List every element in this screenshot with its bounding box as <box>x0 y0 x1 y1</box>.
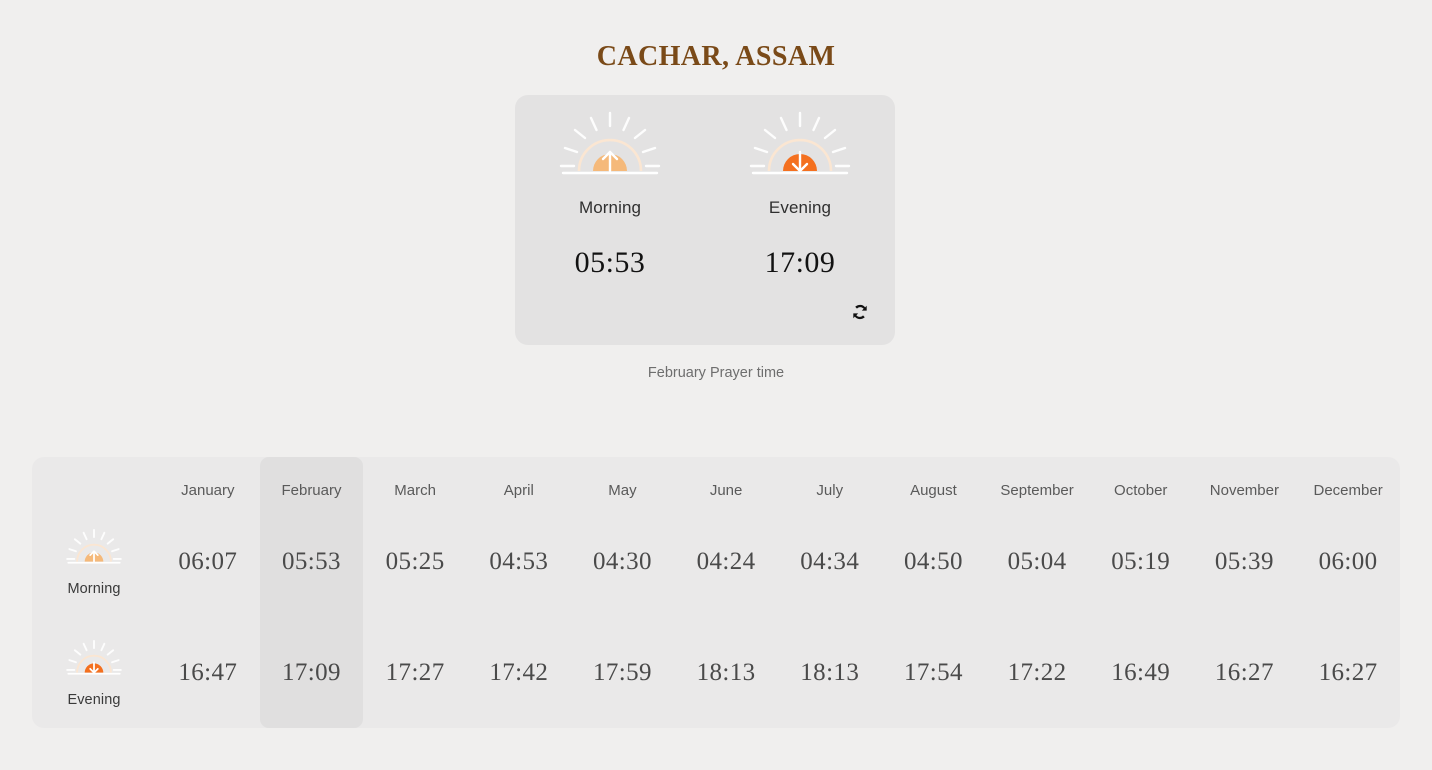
cell-morning-november: 05:39 <box>1214 548 1274 576</box>
cell-morning-february: 05:53 <box>259 507 364 618</box>
cell-morning-may: 04:30 <box>592 548 652 576</box>
cell-evening-december: 16:27 <box>1318 658 1378 686</box>
month-header-november[interactable]: November <box>1193 457 1297 507</box>
month-header-march[interactable]: March <box>363 457 467 507</box>
cell-evening-august: 17:54 <box>903 658 963 686</box>
summary-evening-block: Evening 17:09 <box>705 109 895 280</box>
cell-evening-november: 16:27 <box>1214 658 1274 686</box>
cell-morning-april: 04:53 <box>489 548 549 576</box>
cell-evening-september: 17:22 <box>1007 658 1067 686</box>
month-header-january[interactable]: January <box>156 457 260 507</box>
table-caption: February Prayer time <box>647 365 785 381</box>
table-row: Morning 06:07 05:53 05:25 04:53 04:30 04… <box>32 507 1400 618</box>
month-header-june[interactable]: June <box>674 457 778 507</box>
refresh-icon <box>849 301 871 326</box>
cell-morning-march: 05:25 <box>385 548 445 576</box>
summary-evening-label: Evening <box>768 198 832 217</box>
sunset-icon <box>747 109 853 188</box>
month-header-may[interactable]: May <box>571 457 675 507</box>
cell-morning-october: 05:19 <box>1111 548 1171 576</box>
sunrise-icon <box>65 527 123 576</box>
month-header-april[interactable]: April <box>467 457 571 507</box>
row-label-morning-text: Morning <box>67 581 121 598</box>
month-header-august[interactable]: August <box>882 457 986 507</box>
table-row: Evening 16:47 17:09 17:27 17:42 17:59 18… <box>32 617 1400 729</box>
yearly-prayer-table: January February March April May June Ju… <box>32 457 1400 728</box>
cell-evening-may: 17:59 <box>592 658 652 686</box>
cell-evening-april: 17:42 <box>489 658 549 686</box>
row-label-evening-text: Evening <box>67 691 121 708</box>
summary-morning-label: Morning <box>578 198 642 217</box>
month-header-december[interactable]: December <box>1296 457 1400 507</box>
cell-evening-october: 16:49 <box>1111 658 1171 686</box>
row-label-morning: Morning <box>32 507 156 618</box>
month-header-july[interactable]: July <box>778 457 882 507</box>
cell-morning-july: 04:34 <box>800 548 860 576</box>
yearly-prayer-table-panel: January February March April May June Ju… <box>32 457 1400 728</box>
cell-morning-june: 04:24 <box>696 548 756 576</box>
cell-morning-september: 05:04 <box>1007 548 1067 576</box>
corner-cell <box>32 457 156 507</box>
month-header-october[interactable]: October <box>1089 457 1193 507</box>
sunrise-icon <box>557 109 663 188</box>
cell-evening-february: 17:09 <box>259 617 364 728</box>
cell-evening-march: 17:27 <box>385 658 445 686</box>
sunset-icon <box>65 638 123 687</box>
table-header-row: January February March April May June Ju… <box>32 457 1400 507</box>
cell-morning-january: 06:07 <box>178 548 238 576</box>
month-header-february[interactable]: February <box>259 457 364 507</box>
refresh-button[interactable] <box>847 300 873 326</box>
cell-evening-july: 18:13 <box>800 658 860 686</box>
summary-evening-time: 17:09 <box>764 246 836 279</box>
cell-morning-august: 04:50 <box>903 548 963 576</box>
row-label-evening: Evening <box>32 618 156 729</box>
cell-morning-december: 06:00 <box>1318 548 1378 576</box>
summary-morning-time: 05:53 <box>574 246 646 279</box>
today-prayer-card: Morning 05:53 Evening 17:09 <box>515 95 895 345</box>
cell-evening-june: 18:13 <box>696 658 756 686</box>
summary-morning-block: Morning 05:53 <box>515 109 705 280</box>
cell-evening-january: 16:47 <box>178 658 238 686</box>
month-header-september[interactable]: September <box>985 457 1089 507</box>
page-title: CACHAR, ASSAM <box>596 41 836 72</box>
